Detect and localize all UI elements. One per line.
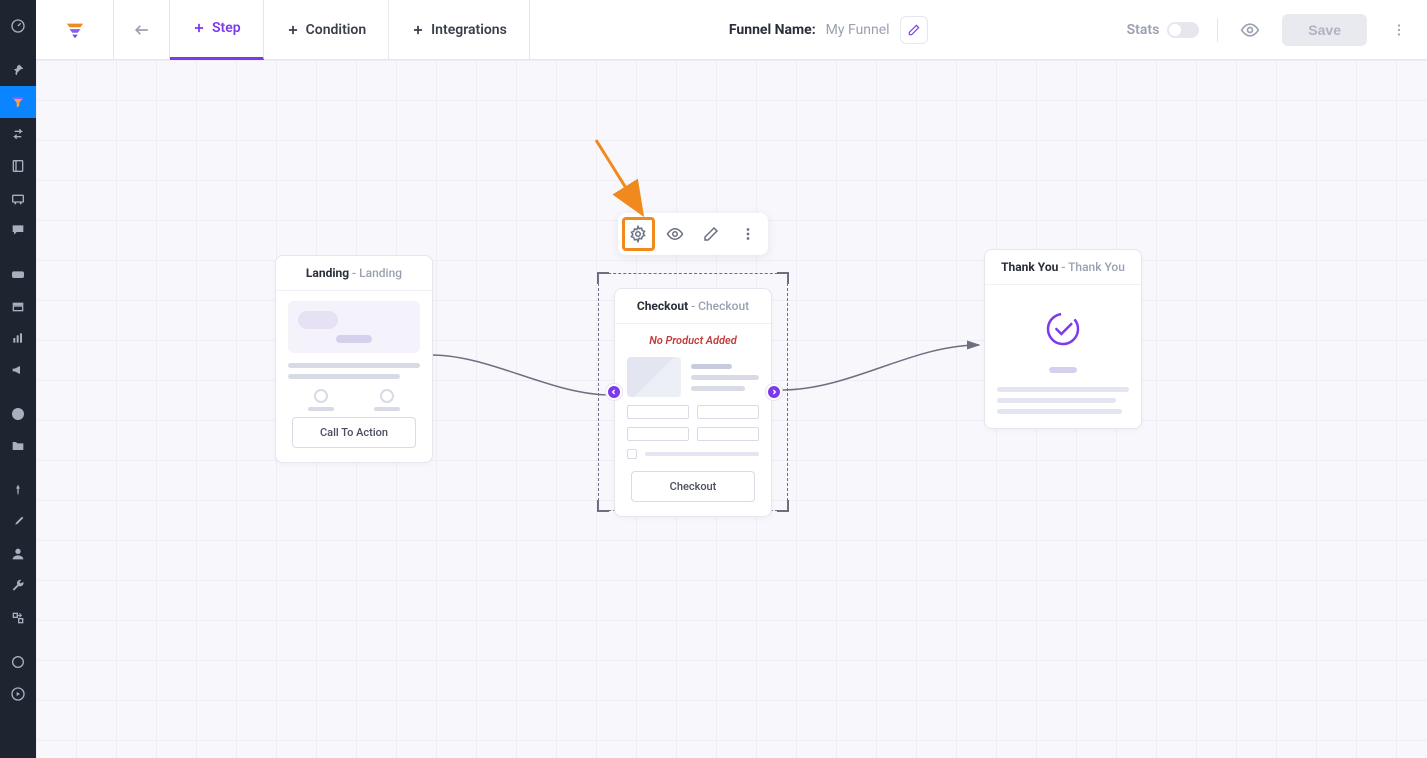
pencil-icon [702, 225, 720, 243]
tab-step[interactable]: Step [170, 0, 264, 60]
sidebar-transfer-icon[interactable] [0, 602, 36, 634]
sidebar-elementor-icon[interactable] [0, 398, 36, 430]
tab-integrations[interactable]: Integrations [389, 0, 530, 60]
more-vertical-icon [739, 225, 757, 243]
node-landing-header: Landing - Landing [276, 256, 432, 291]
node-more-button[interactable] [732, 217, 764, 251]
sidebar-cart-icon[interactable] [0, 182, 36, 214]
stats-toggle[interactable] [1167, 22, 1199, 38]
sidebar-user-icon[interactable] [0, 538, 36, 570]
save-button[interactable]: Save [1282, 14, 1367, 46]
funnel-name-value: My Funnel [826, 22, 890, 38]
sidebar-megaphone-icon[interactable] [0, 354, 36, 386]
node-thankyou-header: Thank You - Thank You [985, 250, 1141, 285]
sidebar-wrench-icon[interactable] [0, 570, 36, 602]
topbar-more-button[interactable] [1385, 16, 1413, 44]
gear-icon [629, 225, 647, 243]
check-circle-icon [1043, 309, 1083, 349]
sidebar-chat-icon[interactable] [0, 214, 36, 246]
node-landing-preview: Call To Action [276, 291, 432, 462]
node-checkout-warning: No Product Added [627, 334, 759, 347]
eye-icon [666, 225, 684, 243]
node-thankyou[interactable]: Thank You - Thank You [984, 249, 1142, 429]
node-thankyou-preview [985, 285, 1141, 428]
sidebar-dashboard-icon[interactable] [0, 10, 36, 42]
annotation-arrow [586, 132, 706, 282]
node-landing[interactable]: Landing - Landing Call To Action [275, 255, 433, 463]
sidebar-funnel-icon[interactable] [0, 86, 36, 118]
funnel-canvas[interactable]: Landing - Landing Call To Action Checkou… [36, 60, 1427, 758]
tab-condition[interactable]: Condition [264, 0, 390, 60]
tab-condition-label: Condition [306, 22, 367, 38]
node-edit-button[interactable] [695, 217, 727, 251]
sidebar-brush-icon[interactable] [0, 506, 36, 538]
sidebar-play-icon[interactable] [0, 678, 36, 710]
node-checkout[interactable]: Checkout - Checkout No Product Added Che… [614, 288, 772, 517]
tab-step-label: Step [212, 20, 241, 36]
funnel-name-label: Funnel Name: [729, 22, 816, 38]
app-logo[interactable] [36, 0, 114, 60]
sidebar-pin2-icon[interactable] [0, 474, 36, 506]
node-settings-button[interactable] [622, 217, 655, 251]
sidebar-woo-icon[interactable] [0, 258, 36, 290]
sidebar-archive-icon[interactable] [0, 290, 36, 322]
node-checkout-cta: Checkout [631, 471, 755, 502]
sidebar-swap-icon[interactable] [0, 118, 36, 150]
back-button[interactable] [114, 0, 170, 60]
connector-checkout-thankyou [781, 320, 991, 410]
sidebar-circleq-icon[interactable] [0, 646, 36, 678]
sidebar-book-icon[interactable] [0, 150, 36, 182]
topbar: Step Condition Integrations Funnel Name:… [36, 0, 1427, 60]
node-checkout-header: Checkout - Checkout [615, 289, 771, 324]
wp-admin-sidebar [0, 0, 36, 758]
preview-button[interactable] [1236, 16, 1264, 44]
node-toolbar [618, 213, 768, 255]
edit-funnel-name-button[interactable] [900, 16, 928, 44]
node-landing-cta: Call To Action [292, 417, 416, 448]
stats-label: Stats [1127, 22, 1160, 38]
sidebar-pin-icon[interactable] [0, 54, 36, 86]
node-checkout-port-in[interactable] [606, 384, 622, 400]
tab-integrations-label: Integrations [431, 22, 507, 38]
node-preview-button[interactable] [659, 217, 691, 251]
connector-landing-checkout [431, 335, 621, 415]
sidebar-chart-icon[interactable] [0, 322, 36, 354]
node-checkout-port-out[interactable] [766, 384, 782, 400]
sidebar-folder-icon[interactable] [0, 430, 36, 462]
